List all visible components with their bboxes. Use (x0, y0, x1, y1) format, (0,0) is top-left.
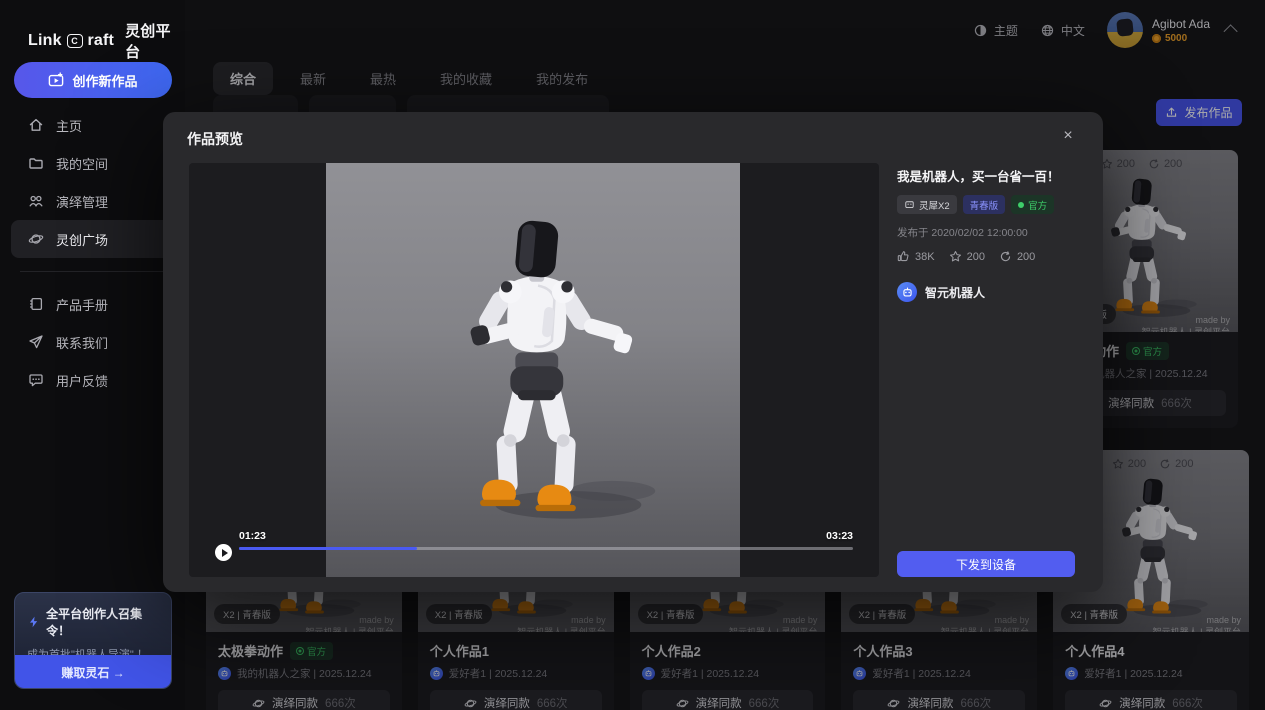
earn-lingshi-button[interactable]: 赚取灵石 → (14, 655, 172, 689)
modal-title: 作品预览 (187, 131, 243, 147)
shares-stat: 200 (999, 250, 1035, 263)
video-create-icon (48, 72, 64, 88)
stars-stat: 200 (949, 250, 985, 263)
work-author[interactable]: 智元机器人 (897, 282, 1079, 302)
brand-text-pre: Link (28, 32, 62, 50)
deploy-to-device-button[interactable]: 下发到设备 (897, 551, 1075, 577)
model-tag: 灵犀X2 (897, 195, 957, 214)
work-stats: 38K 200 200 (897, 250, 1079, 263)
current-time: 01:23 (239, 530, 266, 542)
folder-icon (28, 155, 44, 171)
promo-title: 全平台创作人召集令！ (46, 605, 159, 639)
brand-c-icon: C (67, 34, 83, 48)
publish-date: 发布于 2020/02/02 12:00:00 (897, 225, 1079, 240)
video-progress-bar[interactable] (239, 547, 853, 550)
close-icon[interactable]: × (1057, 125, 1079, 147)
robot-head-icon (901, 286, 914, 299)
sidebar-item-user-feedback[interactable]: 用户反馈 (11, 361, 174, 399)
video-progress-fill (239, 547, 417, 550)
work-title: 我是机器人，买一台省一百！ (897, 166, 1079, 185)
thumb-up-icon (897, 250, 910, 263)
sidebar-item-product-manual[interactable]: 产品手册 (11, 285, 174, 323)
planet-icon (28, 231, 44, 247)
app-root: Link Craft 灵创平台 创作新作品 主页 我的空间 演绎管理 灵创广场 (0, 0, 1265, 710)
feedback-icon (28, 372, 44, 388)
work-tags: 灵犀X2 青春版 官方 (897, 195, 1079, 214)
home-icon (28, 117, 44, 133)
video-player[interactable]: 01:23 03:23 (189, 163, 879, 577)
official-tag: 官方 (1011, 195, 1054, 214)
creator-promo-card: 全平台创作人召集令！ 成为首批"机器人导演" ！ 赚取灵石 → (14, 592, 172, 689)
edition-tag: 青春版 (963, 195, 1006, 214)
brand-platform-name: 灵创平台 (125, 20, 185, 62)
sidebar-item-home[interactable]: 主页 (11, 106, 174, 144)
video-controls: 01:23 03:23 (215, 530, 853, 564)
sidebar: Link Craft 灵创平台 创作新作品 主页 我的空间 演绎管理 灵创广场 (0, 0, 185, 710)
author-avatar (897, 282, 917, 302)
book-icon (28, 296, 44, 312)
likes-stat: 38K (897, 250, 935, 263)
sidebar-item-contact-us[interactable]: 联系我们 (11, 323, 174, 361)
monitor-icon (904, 199, 915, 210)
total-time: 03:23 (826, 530, 853, 542)
official-dot-icon (1018, 202, 1024, 208)
brand-text-post: raft (88, 32, 115, 50)
sidebar-divider (20, 271, 165, 272)
sidebar-nav: 主页 我的空间 演绎管理 灵创广场 产品手册 联系我们 (0, 106, 185, 399)
bolt-icon (27, 615, 40, 629)
robot-figure (407, 179, 659, 561)
star-icon (949, 250, 962, 263)
sidebar-item-my-space[interactable]: 我的空间 (11, 144, 174, 182)
video-frame (326, 163, 740, 577)
play-button[interactable] (215, 544, 232, 561)
group-icon (28, 193, 44, 209)
sidebar-item-lingchuang-plaza[interactable]: 灵创广场 (11, 220, 174, 258)
brand-logo: Link Craft 灵创平台 (28, 20, 185, 62)
work-preview-modal: 作品预览 × 01:23 03:23 我是 (163, 112, 1103, 592)
create-work-button[interactable]: 创作新作品 (14, 62, 172, 98)
send-icon (28, 334, 44, 350)
replay-icon (999, 250, 1012, 263)
work-detail-panel: 我是机器人，买一台省一百！ 灵犀X2 青春版 官方 发布于 2020/02/02… (897, 163, 1079, 577)
sidebar-item-performance-management[interactable]: 演绎管理 (11, 182, 174, 220)
